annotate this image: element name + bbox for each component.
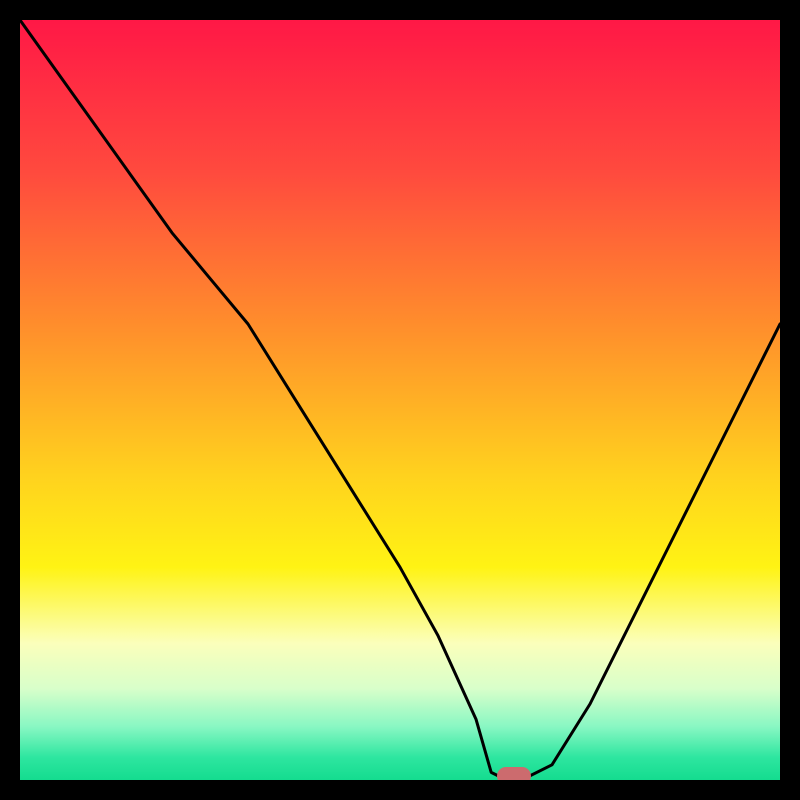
plot-area: TheBottleneck.com [20,20,780,780]
chart-frame: TheBottleneck.com [0,0,800,800]
gradient-background [20,20,780,780]
chart-svg [20,20,780,780]
optimal-marker [497,767,531,780]
